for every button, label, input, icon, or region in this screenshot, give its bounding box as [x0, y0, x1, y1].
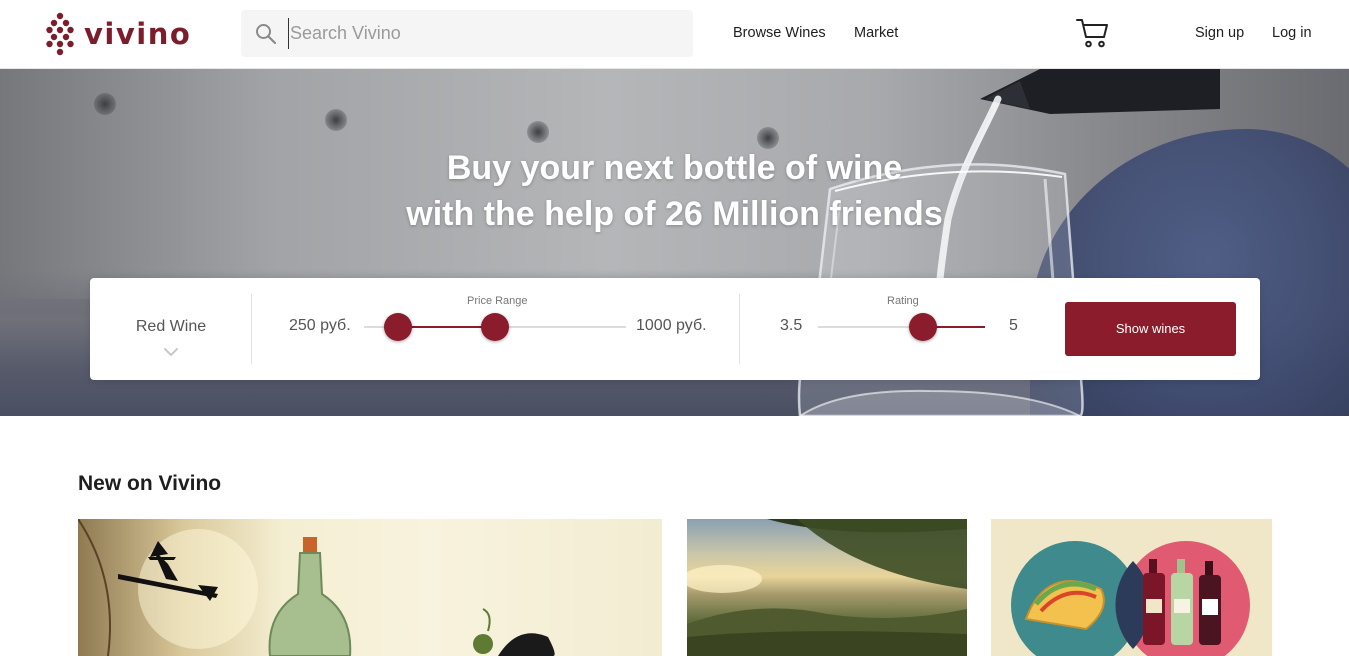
search-icon [256, 24, 277, 45]
wall-button-decor [527, 121, 549, 143]
rating-max-label: 5 [1009, 317, 1018, 334]
show-wines-button[interactable]: Show wines [1065, 302, 1236, 356]
top-header: vivino Browse Wines Market Sign up Log i… [0, 0, 1349, 69]
filter-divider [251, 294, 252, 364]
shopping-cart-icon [1076, 19, 1108, 48]
section-title: New on Vivino [78, 472, 222, 495]
grape-logo-icon [46, 12, 74, 56]
price-range-label: Price Range [467, 295, 528, 307]
news-card[interactable] [687, 519, 967, 656]
vineyard-landscape-image [687, 519, 967, 656]
nav-browse-wines[interactable]: Browse Wines [733, 24, 826, 42]
vivino-logo[interactable]: vivino [46, 12, 191, 56]
hero-headline-line2: with the help of 26 Million friends [406, 195, 943, 233]
news-card[interactable] [78, 519, 662, 656]
sign-up-link[interactable]: Sign up [1195, 24, 1244, 42]
wine-type-label: Red Wine [135, 318, 207, 335]
news-card[interactable] [991, 519, 1272, 656]
halloween-wine-illustration [78, 519, 555, 656]
wine-filter-panel: Red Wine Price Range 250 руб. 1000 руб. … [90, 278, 1260, 380]
log-in-link[interactable]: Log in [1272, 24, 1312, 42]
price-min-label: 250 руб. [289, 317, 351, 334]
price-max-handle[interactable] [481, 313, 509, 341]
search-bar[interactable] [241, 10, 693, 57]
price-max-label: 1000 руб. [636, 317, 707, 334]
search-input[interactable] [288, 18, 678, 49]
rating-handle[interactable] [909, 313, 938, 341]
chevron-down-icon [164, 348, 178, 357]
wall-button-decor [325, 109, 347, 131]
logo-text: vivino [84, 17, 192, 51]
hero-headline-line1: Buy your next bottle of wine [446, 149, 903, 187]
cart-button[interactable] [1076, 18, 1109, 53]
taco-and-wine-illustration [1011, 541, 1250, 656]
hero-headline: Buy your next bottle of wine with the he… [0, 145, 1349, 237]
wall-button-decor [94, 93, 116, 115]
filter-divider [739, 294, 740, 364]
rating-min-label: 3.5 [780, 317, 803, 334]
rating-label: Rating [887, 295, 919, 307]
nav-market[interactable]: Market [854, 24, 898, 42]
wine-type-dropdown[interactable]: Red Wine [90, 278, 252, 380]
price-min-handle[interactable] [384, 313, 413, 341]
